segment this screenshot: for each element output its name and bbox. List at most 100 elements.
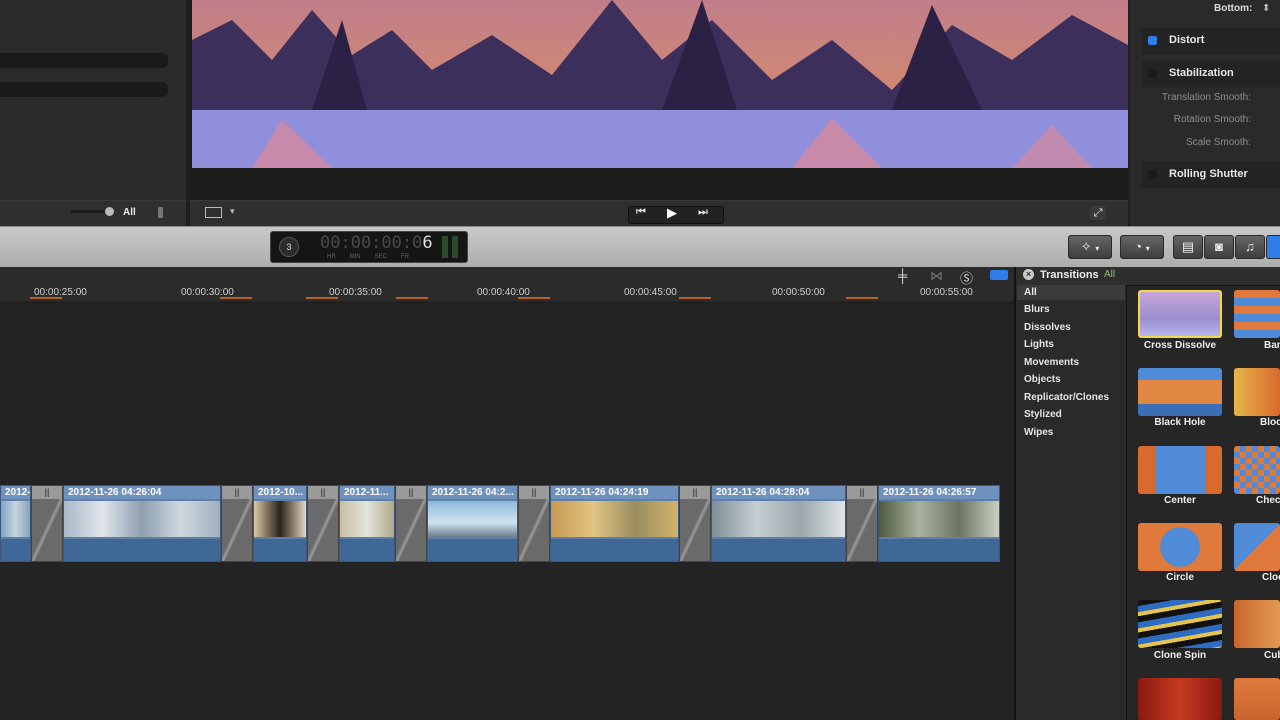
stepper-icon[interactable]: ⬍ [1262,3,1270,14]
transition-name: Ban [1264,340,1280,351]
ruler-marker [679,297,711,299]
transition-name: Circle [1166,572,1194,583]
transition-thumb-checker[interactable] [1234,446,1280,494]
chevron-down-icon: ▾ [1095,244,1100,253]
clip-filmstrip [1,501,30,537]
transition-clip[interactable]: || [846,485,878,562]
category-replicator-clones[interactable]: Replicator/Clones [1024,392,1109,403]
audio-skimming-icon[interactable]: ⋈ [930,268,943,284]
transition-body [308,499,338,561]
magic-wand-icon: ✧ [1080,239,1092,254]
ruler-marker [518,297,550,299]
browser-filter[interactable]: All [1104,269,1115,280]
transition-thumb-cube[interactable] [1234,600,1280,648]
media-browser-button[interactable]: ▤ [1173,235,1203,259]
timeline-clip[interactable]: 2012-11-26 04:26:57 [878,485,1000,562]
distort-label: Distort [1169,34,1205,46]
filter-all-label[interactable]: All [123,207,136,218]
transition-handle: || [680,486,710,499]
close-icon[interactable]: × [1023,269,1034,280]
timeline-clip[interactable]: 2012-11-26 04:2... [427,485,518,562]
transition-thumb-curtain[interactable] [1138,678,1222,720]
category-movements[interactable]: Movements [1024,357,1079,368]
clip-title: 2012-11-26 04:24:19 [551,486,678,499]
transition-thumb-clock[interactable] [1234,523,1280,571]
background-tasks-badge[interactable]: 3 [279,237,299,257]
transition-thumb-clone-spin[interactable] [1138,600,1222,648]
timecode-dim: 00:00:00:0 [320,233,423,253]
transition-name: Bloo [1260,417,1280,428]
category-all[interactable]: All [1024,287,1037,298]
clip-filmstrip [254,501,306,537]
timecode-display: 00:00:00:06 [320,233,433,253]
transform-icon[interactable] [205,207,222,218]
category-lights[interactable]: Lights [1024,339,1054,350]
unit-sec: SEC [374,254,387,260]
transition-clip[interactable]: || [31,485,63,562]
transition-thumb-bands[interactable] [1234,290,1280,338]
category-blurs[interactable]: Blurs [1024,304,1050,315]
timeline-clip[interactable]: 2012-11... [339,485,395,562]
chevron-down-icon[interactable]: ▾ [230,206,235,217]
enhancements-button[interactable]: ✧ ▾ [1068,235,1112,259]
transition-thumb[interactable] [1234,678,1280,720]
previous-edit-icon[interactable]: ⏮ [636,206,646,219]
ruler-marker [30,297,62,299]
transition-name: Center [1164,495,1196,506]
ruler-label: 00:00:50:00 [772,287,825,298]
clip-filmstrip [879,501,999,537]
solo-icon[interactable]: Ⓢ [960,268,973,287]
zoom-slider-knob[interactable] [105,207,114,216]
timeline-clip[interactable]: 2012-11-26 04:24:19 [550,485,679,562]
transition-clip[interactable]: || [307,485,339,562]
bottom-crop-label: Bottom: [1214,3,1253,14]
audio-meter-right [452,236,458,258]
distort-row[interactable] [1142,28,1280,54]
transition-name: Cub [1264,650,1280,661]
rolling-shutter-checkbox[interactable] [1148,170,1157,179]
clip-audio-waveform [254,539,306,561]
transition-body [847,499,877,561]
transition-clip[interactable]: || [221,485,253,562]
music-button[interactable]: ♫ [1235,235,1265,259]
transition-handle: || [396,486,426,499]
photos-button[interactable]: ◙ [1204,235,1234,259]
transition-handle: || [847,486,877,499]
browser-title: Transitions [1040,269,1099,281]
unit-hr: HR [326,254,336,260]
transition-thumb-center[interactable] [1138,446,1222,494]
transition-thumb-cross-dissolve[interactable] [1138,290,1222,338]
timeline-clip[interactable]: 2012-11-26 04:28:04 [711,485,846,562]
snapping-icon[interactable] [990,270,1008,280]
transition-clip[interactable]: || [518,485,550,562]
category-stylized[interactable]: Stylized [1024,409,1062,420]
distort-checkbox[interactable] [1148,36,1157,45]
transition-thumb-bloom[interactable] [1234,368,1280,416]
library-row[interactable] [0,82,168,97]
clip-title: 2012-10... [254,486,306,499]
ruler-marker [846,297,878,299]
clip-filmstrip [428,501,517,537]
retime-icon: ◔ [1134,239,1143,254]
category-objects[interactable]: Objects [1024,374,1061,385]
next-edit-icon[interactable]: ⏭ [698,206,708,219]
transition-handle: || [222,486,252,499]
category-dissolves[interactable]: Dissolves [1024,322,1071,333]
category-wipes[interactable]: Wipes [1024,427,1053,438]
library-row[interactable] [0,53,168,68]
transition-thumb-circle[interactable] [1138,523,1222,571]
stabilization-checkbox[interactable] [1148,69,1157,78]
transitions-button[interactable] [1266,235,1280,259]
timeline-clip[interactable]: 2012-1 [0,485,31,562]
play-icon[interactable]: ▶ [667,205,677,221]
transition-clip[interactable]: || [395,485,427,562]
fullscreen-icon[interactable]: ⤢ [1090,206,1106,220]
transition-clip[interactable]: || [679,485,711,562]
timeline-clip[interactable]: 2012-10... [253,485,307,562]
retime-button[interactable]: ◔ ▾ [1120,235,1164,259]
skimming-icon[interactable]: ╪ [898,268,907,283]
timeline-clip[interactable]: 2012-11-26 04:26:04 [63,485,221,562]
transition-thumb-black-hole[interactable] [1138,368,1222,416]
ruler-label: 00:00:45:00 [624,287,677,298]
clip-appearance-icon[interactable] [158,207,163,218]
